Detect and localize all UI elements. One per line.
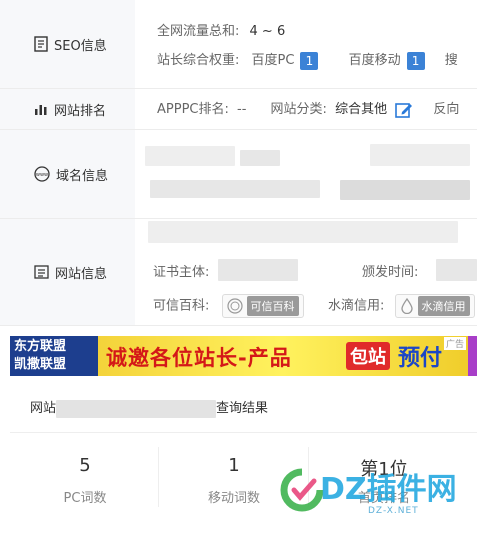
rank-label-text: 网站排名 (54, 103, 107, 119)
seo-info-label: SEO信息 (0, 0, 135, 88)
category-label: 网站分类: (270, 102, 327, 117)
baidu-mobile-weight-badge[interactable]: 1 (406, 51, 425, 70)
list-window-icon (34, 265, 49, 279)
traffic-line: 全网流量总和: 4 ~ 6 (157, 20, 285, 39)
water-chip[interactable]: 水滴信用 (394, 294, 475, 318)
ad-tag: 广告 (443, 337, 466, 350)
document-icon (34, 36, 48, 52)
domain-row: www 域名信息 (0, 130, 477, 219)
weight-line: 站长综合权重: 百度PC 1 百度移动 1 搜 (157, 49, 458, 70)
site-info-row: 网站信息 证书主体: 颁发时间: 可信百科: 可信百科 水滴信用: 水滴信用 (0, 219, 477, 326)
apppc-value: -- (237, 102, 247, 117)
baidu-pc-weight-badge[interactable]: 1 (300, 51, 319, 70)
blurred-site-data (148, 221, 458, 243)
more-engines-text: 搜 (444, 53, 458, 68)
banner-alliance-block: 东方联盟 凯撒联盟 (10, 336, 98, 376)
stat-value: 5 (79, 455, 91, 476)
baidu-pc-label: 百度PC (251, 53, 295, 68)
blurred-issue-value (436, 259, 477, 281)
rank-row: 网站排名 APPPC排名: -- 网站分类: 综合其他 反向 (0, 89, 477, 130)
issue-line: 颁发时间: (362, 261, 418, 280)
banner-left-line1: 东方联盟 (14, 339, 67, 354)
baike-line: 可信百科: 可信百科 (153, 294, 304, 318)
blurred-domain-data (240, 150, 280, 166)
water-label: 水滴信用: (328, 298, 385, 314)
ad-banner[interactable]: 东方联盟 凯撒联盟 诚邀各位站长-产品 包站 预付 广告 (10, 336, 477, 376)
baike-label: 可信百科: (153, 298, 210, 314)
baike-chip-text: 可信百科 (246, 296, 299, 316)
seo-info-text: SEO信息 (54, 38, 107, 54)
rank-line: APPPC排名: -- 网站分类: 综合其他 反向 (157, 98, 459, 119)
water-drop-icon (400, 298, 413, 314)
apppc-label: APPPC排名: (157, 102, 229, 117)
water-chip-text: 水滴信用 (417, 296, 470, 316)
watermark-sub: DZ-X.NET (368, 506, 419, 516)
banner-left-line2: 凯撒联盟 (14, 357, 67, 372)
stat-pc-words[interactable]: 5 PC词数 (10, 433, 160, 533)
reverse-text: 反向 (433, 102, 460, 117)
watermark-word: DZ插件网 (320, 472, 457, 507)
blurred-site-name (56, 399, 217, 418)
domain-label: www 域名信息 (0, 130, 135, 218)
stat-caption: PC词数 (63, 491, 107, 506)
query-prefix: 网站 (30, 401, 57, 416)
rank-label: 网站排名 (0, 89, 135, 129)
svg-text:www: www (36, 172, 48, 178)
site-info-label-text: 网站信息 (55, 266, 108, 282)
blurred-domain-data (150, 180, 320, 198)
baike-chip[interactable]: 可信百科 (221, 294, 304, 318)
traffic-label: 全网流量总和: (157, 24, 240, 39)
banner-main-text: 诚邀各位站长-产品 (106, 346, 292, 370)
banner-right-strip (468, 336, 477, 376)
query-result-title: 网站 查询结果 (30, 397, 268, 418)
seo-info-row: SEO信息 全网流量总和: 4 ~ 6 站长综合权重: 百度PC 1 百度移动 1 … (0, 0, 477, 89)
traffic-value: 4 ~ 6 (249, 24, 286, 39)
edit-icon[interactable] (395, 101, 413, 119)
www-globe-icon: www (34, 166, 50, 182)
blurred-domain-data (340, 180, 470, 200)
seal-icon (226, 298, 243, 314)
banner-prepay-text: 预付 (398, 346, 443, 371)
baidu-mobile-label: 百度移动 (348, 53, 401, 68)
cert-line: 证书主体: (153, 261, 209, 280)
water-line: 水滴信用: 水滴信用 (328, 294, 475, 318)
dz-logo-icon (280, 468, 324, 512)
query-suffix: 查询结果 (216, 401, 269, 416)
banner-main: 诚邀各位站长-产品 包站 预付 广告 (98, 336, 468, 376)
category-value: 综合其他 (335, 102, 388, 117)
domain-label-text: 域名信息 (56, 168, 109, 184)
blurred-domain-data (145, 146, 235, 166)
blurred-domain-data (370, 144, 470, 166)
issue-label: 颁发时间: (362, 265, 419, 280)
site-watermark: DZ插件网 DZ-X.NET (278, 462, 477, 522)
bar-chart-icon (35, 105, 47, 115)
blurred-cert-value (218, 259, 298, 281)
site-info-label: 网站信息 (0, 219, 135, 325)
weight-label: 站长综合权重: (157, 53, 240, 68)
cert-label: 证书主体: (153, 265, 210, 280)
banner-pack-text: 包站 (346, 342, 390, 370)
